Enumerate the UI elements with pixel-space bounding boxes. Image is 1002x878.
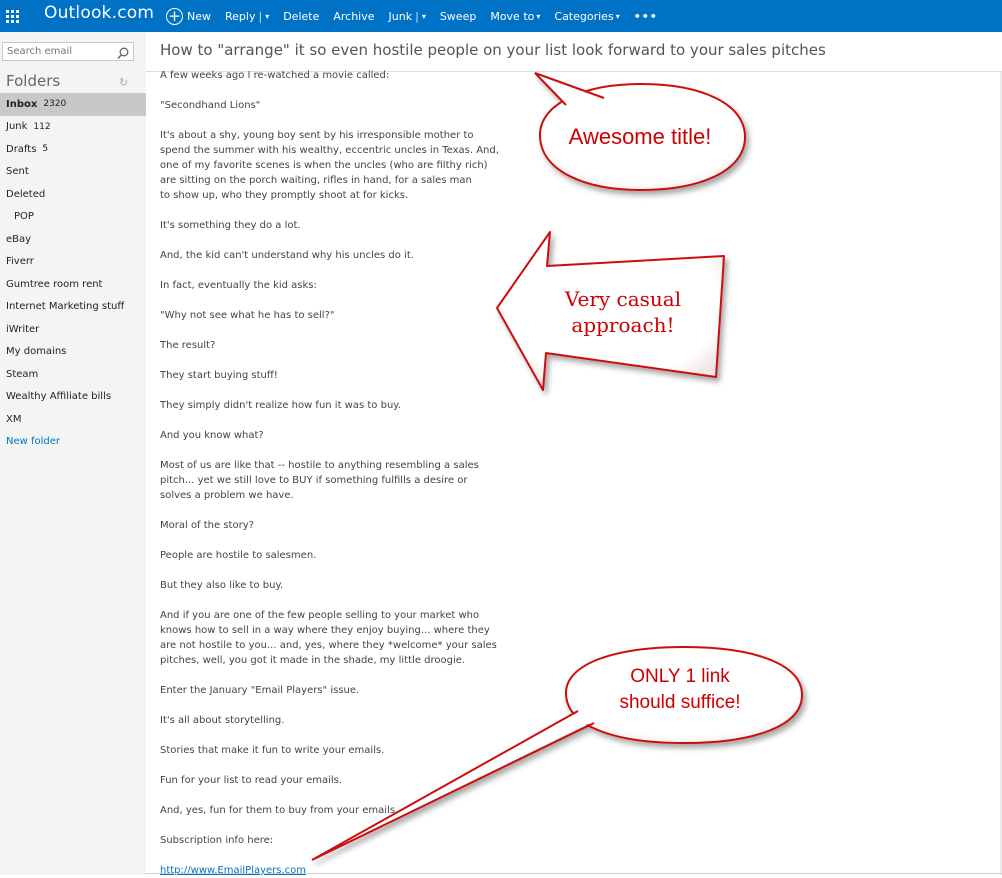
body-paragraph: In fact, eventually the kid asks: bbox=[160, 280, 317, 291]
unread-count: 5 bbox=[42, 144, 49, 155]
folder-wealthy-affiliate-bills[interactable]: Wealthy Affiliate bills bbox=[0, 386, 146, 409]
junk-button[interactable]: Junk | ▾ bbox=[389, 10, 426, 23]
body-paragraph: Stories that make it fun to write your e… bbox=[160, 745, 385, 756]
folder-sent[interactable]: Sent bbox=[0, 161, 146, 184]
search-input[interactable] bbox=[7, 45, 112, 58]
folder-pop[interactable]: POP bbox=[0, 206, 146, 229]
folder-gumtree-room-rent[interactable]: Gumtree room rent bbox=[0, 273, 146, 296]
search-box[interactable] bbox=[2, 42, 134, 61]
body-paragraph: Moral of the story? bbox=[160, 520, 254, 531]
folder-xm[interactable]: XM bbox=[0, 408, 146, 431]
body-paragraph: And if you are one of the few people sel… bbox=[160, 610, 497, 666]
folders-heading[interactable]: Folders bbox=[6, 72, 60, 90]
new-folder-link[interactable]: New folder bbox=[0, 431, 146, 454]
subscription-link[interactable]: http://www.EmailPlayers.com bbox=[160, 863, 520, 878]
annotation-link-callout: ONLY 1 link should suffice! bbox=[619, 666, 741, 713]
categories-button[interactable]: Categories ▾ bbox=[554, 10, 619, 23]
delete-button[interactable]: Delete bbox=[283, 10, 319, 23]
folder-list: Inbox 2320 Junk 112 Drafts 5 Sent Delete… bbox=[0, 93, 146, 453]
new-button[interactable]: + New bbox=[166, 7, 211, 25]
archive-button[interactable]: Archive bbox=[333, 10, 374, 23]
plus-icon: + bbox=[166, 7, 183, 25]
folder-steam[interactable]: Steam bbox=[0, 363, 146, 386]
folder-junk[interactable]: Junk 112 bbox=[0, 116, 146, 139]
body-paragraph: And, yes, fun for them to buy from your … bbox=[160, 805, 399, 816]
body-paragraph: The result? bbox=[160, 340, 216, 351]
chevron-down-icon: ▾ bbox=[615, 11, 620, 21]
body-paragraph: "Why not see what he has to sell?" bbox=[160, 310, 335, 321]
move-to-button[interactable]: Move to ▾ bbox=[490, 10, 540, 23]
folder-iwriter[interactable]: iWriter bbox=[0, 318, 146, 341]
body-paragraph: They simply didn't realize how fun it wa… bbox=[160, 400, 401, 411]
command-bar: + New Reply | ▾ Delete Archive Junk | ▾ … bbox=[166, 0, 672, 32]
folder-deleted[interactable]: Deleted bbox=[0, 183, 146, 206]
body-paragraph: Subscription info here: bbox=[160, 835, 274, 846]
annotation-title-callout: Awesome title! bbox=[568, 124, 712, 149]
body-paragraph: And you know what? bbox=[160, 430, 264, 441]
body-paragraph: Enter the January "Email Players" issue. bbox=[160, 685, 360, 696]
body-paragraph: Fun for your list to read your emails. bbox=[160, 775, 343, 786]
unread-count: 112 bbox=[33, 121, 51, 132]
chevron-down-icon[interactable]: ▾ bbox=[422, 12, 426, 21]
annotation-arrow-callout: Very casual approach! bbox=[564, 287, 682, 337]
body-paragraph: "Secondhand Lions" bbox=[160, 100, 261, 111]
brand-logo[interactable]: Outlook.com bbox=[44, 3, 154, 23]
folder-drafts[interactable]: Drafts 5 bbox=[0, 138, 146, 161]
search-icon[interactable] bbox=[117, 45, 129, 64]
body-paragraph: It's about a shy, young boy sent by his … bbox=[160, 130, 499, 201]
folder-fiverr[interactable]: Fiverr bbox=[0, 251, 146, 274]
body-paragraph: They start buying stuff! bbox=[160, 370, 278, 381]
unread-count: 2320 bbox=[43, 99, 67, 110]
body-paragraph: People are hostile to salesmen. bbox=[160, 550, 317, 561]
chevron-down-icon[interactable]: ▾ bbox=[265, 12, 269, 21]
folder-my-domains[interactable]: My domains bbox=[0, 341, 146, 364]
body-paragraph: It's something they do a lot. bbox=[160, 220, 301, 231]
footer-divider bbox=[146, 873, 1002, 874]
reply-button[interactable]: Reply | ▾ bbox=[225, 10, 269, 23]
folder-pane: Folders ↻ Inbox 2320 Junk 112 Drafts 5 S… bbox=[0, 32, 146, 875]
sweep-button[interactable]: Sweep bbox=[440, 10, 477, 23]
folder-internet-marketing-stuff[interactable]: Internet Marketing stuff bbox=[0, 296, 146, 319]
body-paragraph: A few weeks ago I re-watched a movie cal… bbox=[160, 70, 390, 81]
body-paragraph: And, the kid can't understand why his un… bbox=[160, 250, 414, 261]
chevron-down-icon: ▾ bbox=[536, 11, 541, 21]
body-paragraph: But they also like to buy. bbox=[160, 580, 284, 591]
body-paragraph: It's all about storytelling. bbox=[160, 715, 285, 726]
folder-ebay[interactable]: eBay bbox=[0, 228, 146, 251]
more-actions-icon[interactable]: ••• bbox=[634, 10, 658, 23]
folder-inbox[interactable]: Inbox 2320 bbox=[0, 93, 146, 116]
message-subject: How to "arrange" it so even hostile peop… bbox=[160, 41, 826, 59]
top-bar: Outlook.com + New Reply | ▾ Delete Archi… bbox=[0, 0, 1002, 32]
body-paragraph: Most of us are like that -- hostile to a… bbox=[160, 460, 479, 501]
app-launcher-icon[interactable] bbox=[0, 0, 24, 32]
refresh-icon[interactable]: ↻ bbox=[119, 76, 128, 89]
